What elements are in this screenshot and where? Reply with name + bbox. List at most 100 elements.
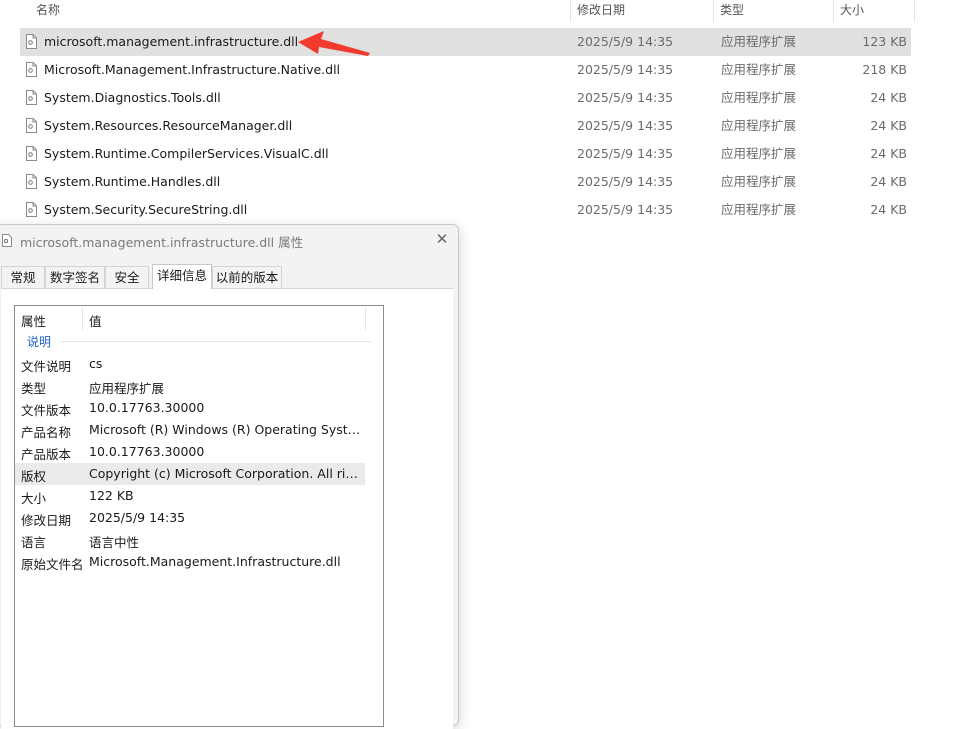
property-list-header: 属性 值 <box>15 306 383 332</box>
file-name: System.Runtime.Handles.dll <box>44 174 221 189</box>
file-size: 24 KB <box>870 90 907 105</box>
file-row[interactable]: System.Diagnostics.Tools.dll 2025/5/9 14:… <box>20 84 911 112</box>
column-divider[interactable] <box>914 0 915 22</box>
property-row[interactable]: 版权 Copyright (c) Microsoft Corporation. A… <box>15 463 365 485</box>
property-list[interactable]: 属性 值 说明 文件说明 cs 类型 应用程序扩展文件版本 10.0.17763.300… <box>14 305 384 727</box>
property-row[interactable]: 类型 应用程序扩展 <box>15 375 365 397</box>
file-date: 2025/5/9 14:35 <box>577 90 674 105</box>
property-row[interactable]: 原始文件名 Microsoft.Management.Infrastructure… <box>15 551 365 573</box>
property-row[interactable]: 大小 122 KB <box>15 485 365 507</box>
file-name: System.Security.SecureString.dll <box>44 202 248 217</box>
property-key: 类型 <box>21 381 47 396</box>
file-date: 2025/5/9 14:35 <box>577 146 674 161</box>
file-row[interactable]: System.Runtime.CompilerServices.VisualC.… <box>20 140 911 168</box>
property-row[interactable]: 产品版本 10.0.17763.30000 <box>15 441 365 463</box>
dll-file-icon <box>2 234 12 247</box>
property-key: 产品版本 <box>21 447 72 462</box>
file-type: 应用程序扩展 <box>721 34 797 49</box>
dll-file-icon <box>26 62 37 77</box>
property-key: 原始文件名 <box>21 557 84 572</box>
file-row[interactable]: Microsoft.Management.Infrastructure.Nati… <box>20 56 911 84</box>
property-value: 10.0.17763.30000 <box>89 444 205 459</box>
dll-file-icon <box>26 118 37 133</box>
property-value: cs <box>89 356 103 371</box>
property-key: 大小 <box>21 491 47 506</box>
dll-file-icon <box>26 202 37 217</box>
property-key: 文件版本 <box>21 403 72 418</box>
file-name: System.Runtime.CompilerServices.VisualC.… <box>44 146 329 161</box>
file-row[interactable]: microsoft.management.infrastructure.dll 2… <box>20 28 911 56</box>
file-size: 24 KB <box>870 202 907 217</box>
property-row[interactable]: 文件版本 10.0.17763.30000 <box>15 397 365 419</box>
file-type: 应用程序扩展 <box>721 202 797 217</box>
property-key: 修改日期 <box>21 513 72 528</box>
tab-security[interactable]: 安全 <box>105 266 149 288</box>
property-key: 文件说明 <box>21 359 72 374</box>
dll-file-icon <box>26 174 37 189</box>
dll-file-icon <box>26 90 37 105</box>
property-value: 10.0.17763.30000 <box>89 400 205 415</box>
file-row[interactable]: System.Runtime.Handles.dll 2025/5/9 14:35… <box>20 168 911 196</box>
file-type: 应用程序扩展 <box>721 118 797 133</box>
dialog-title-bar[interactable]: microsoft.management.infrastructure.dll … <box>0 225 458 257</box>
red-arrow-annotation <box>298 31 370 56</box>
property-value: Microsoft.Management.Infrastructure.dll <box>89 554 341 569</box>
tab-previous-versions[interactable]: 以前的版本 <box>212 266 282 288</box>
file-type: 应用程序扩展 <box>721 174 797 189</box>
property-row[interactable]: 修改日期 2025/5/9 14:35 <box>15 507 365 529</box>
file-size: 24 KB <box>870 146 907 161</box>
group-label-description: 说明 <box>27 335 52 349</box>
property-row[interactable]: 产品名称 Microsoft (R) Windows (R) Operating … <box>15 419 365 441</box>
dll-file-icon <box>26 34 37 49</box>
column-divider[interactable] <box>82 308 83 330</box>
column-header-value[interactable]: 值 <box>89 311 102 330</box>
file-date: 2025/5/9 14:35 <box>577 202 674 217</box>
file-type: 应用程序扩展 <box>721 90 797 105</box>
tab-digital-signatures[interactable]: 数字签名 <box>45 266 105 288</box>
file-type: 应用程序扩展 <box>721 146 797 161</box>
file-row[interactable]: System.Security.SecureString.dll 2025/5/9… <box>20 196 911 224</box>
file-date: 2025/5/9 14:35 <box>577 118 674 133</box>
property-value: 应用程序扩展 <box>89 381 165 396</box>
file-size: 123 KB <box>862 34 907 49</box>
property-value: 2025/5/9 14:35 <box>89 510 186 525</box>
property-key: 产品名称 <box>21 425 72 440</box>
file-name: Microsoft.Management.Infrastructure.Nati… <box>44 62 341 77</box>
file-row[interactable]: System.Resources.ResourceManager.dll 2025… <box>20 112 911 140</box>
property-key: 语言 <box>21 535 47 550</box>
file-size: 24 KB <box>870 118 907 133</box>
file-date: 2025/5/9 14:35 <box>577 174 674 189</box>
tab-details[interactable]: 详细信息 <box>152 264 212 289</box>
dialog-title: microsoft.management.infrastructure.dll … <box>20 235 304 250</box>
column-divider[interactable] <box>365 308 366 330</box>
file-name: microsoft.management.infrastructure.dll <box>44 34 299 49</box>
property-value: 122 KB <box>89 488 134 503</box>
property-value: Copyright (c) Microsoft Corporation. All… <box>89 466 361 481</box>
file-size: 24 KB <box>870 174 907 189</box>
properties-dialog: microsoft.management.infrastructure.dll … <box>0 224 459 729</box>
file-type: 应用程序扩展 <box>721 62 797 77</box>
tab-strip: 常规 数字签名 安全 详细信息 以前的版本 <box>1 264 456 289</box>
file-date: 2025/5/9 14:35 <box>577 62 674 77</box>
tab-general[interactable]: 常规 <box>1 266 45 288</box>
dll-file-icon <box>26 146 37 161</box>
file-size: 218 KB <box>862 62 907 77</box>
column-header: 名称 修改日期 类型 大小 <box>0 0 956 22</box>
file-date: 2025/5/9 14:35 <box>577 34 674 49</box>
property-row[interactable]: 文件说明 cs <box>15 353 365 375</box>
column-header-size[interactable]: 大小 <box>834 0 914 22</box>
column-header-date[interactable]: 修改日期 <box>571 0 713 22</box>
property-value: Microsoft (R) Windows (R) Operating Syst… <box>89 422 361 437</box>
details-pane: 属性 值 说明 文件说明 cs 类型 应用程序扩展文件版本 10.0.17763.300… <box>1 288 453 729</box>
group-divider <box>61 341 371 342</box>
file-name: System.Resources.ResourceManager.dll <box>44 118 293 133</box>
property-row[interactable]: 语言 语言中性 <box>15 529 365 551</box>
file-name: System.Diagnostics.Tools.dll <box>44 90 221 105</box>
close-icon[interactable]: ✕ <box>435 232 449 247</box>
file-explorer: 名称 修改日期 类型 大小 microsoft.management.infra… <box>0 0 956 729</box>
property-key: 版权 <box>21 469 47 484</box>
column-header-type[interactable]: 类型 <box>714 0 833 22</box>
column-header-property[interactable]: 属性 <box>21 311 46 330</box>
column-header-name[interactable]: 名称 <box>30 0 570 22</box>
property-value: 语言中性 <box>89 535 140 550</box>
